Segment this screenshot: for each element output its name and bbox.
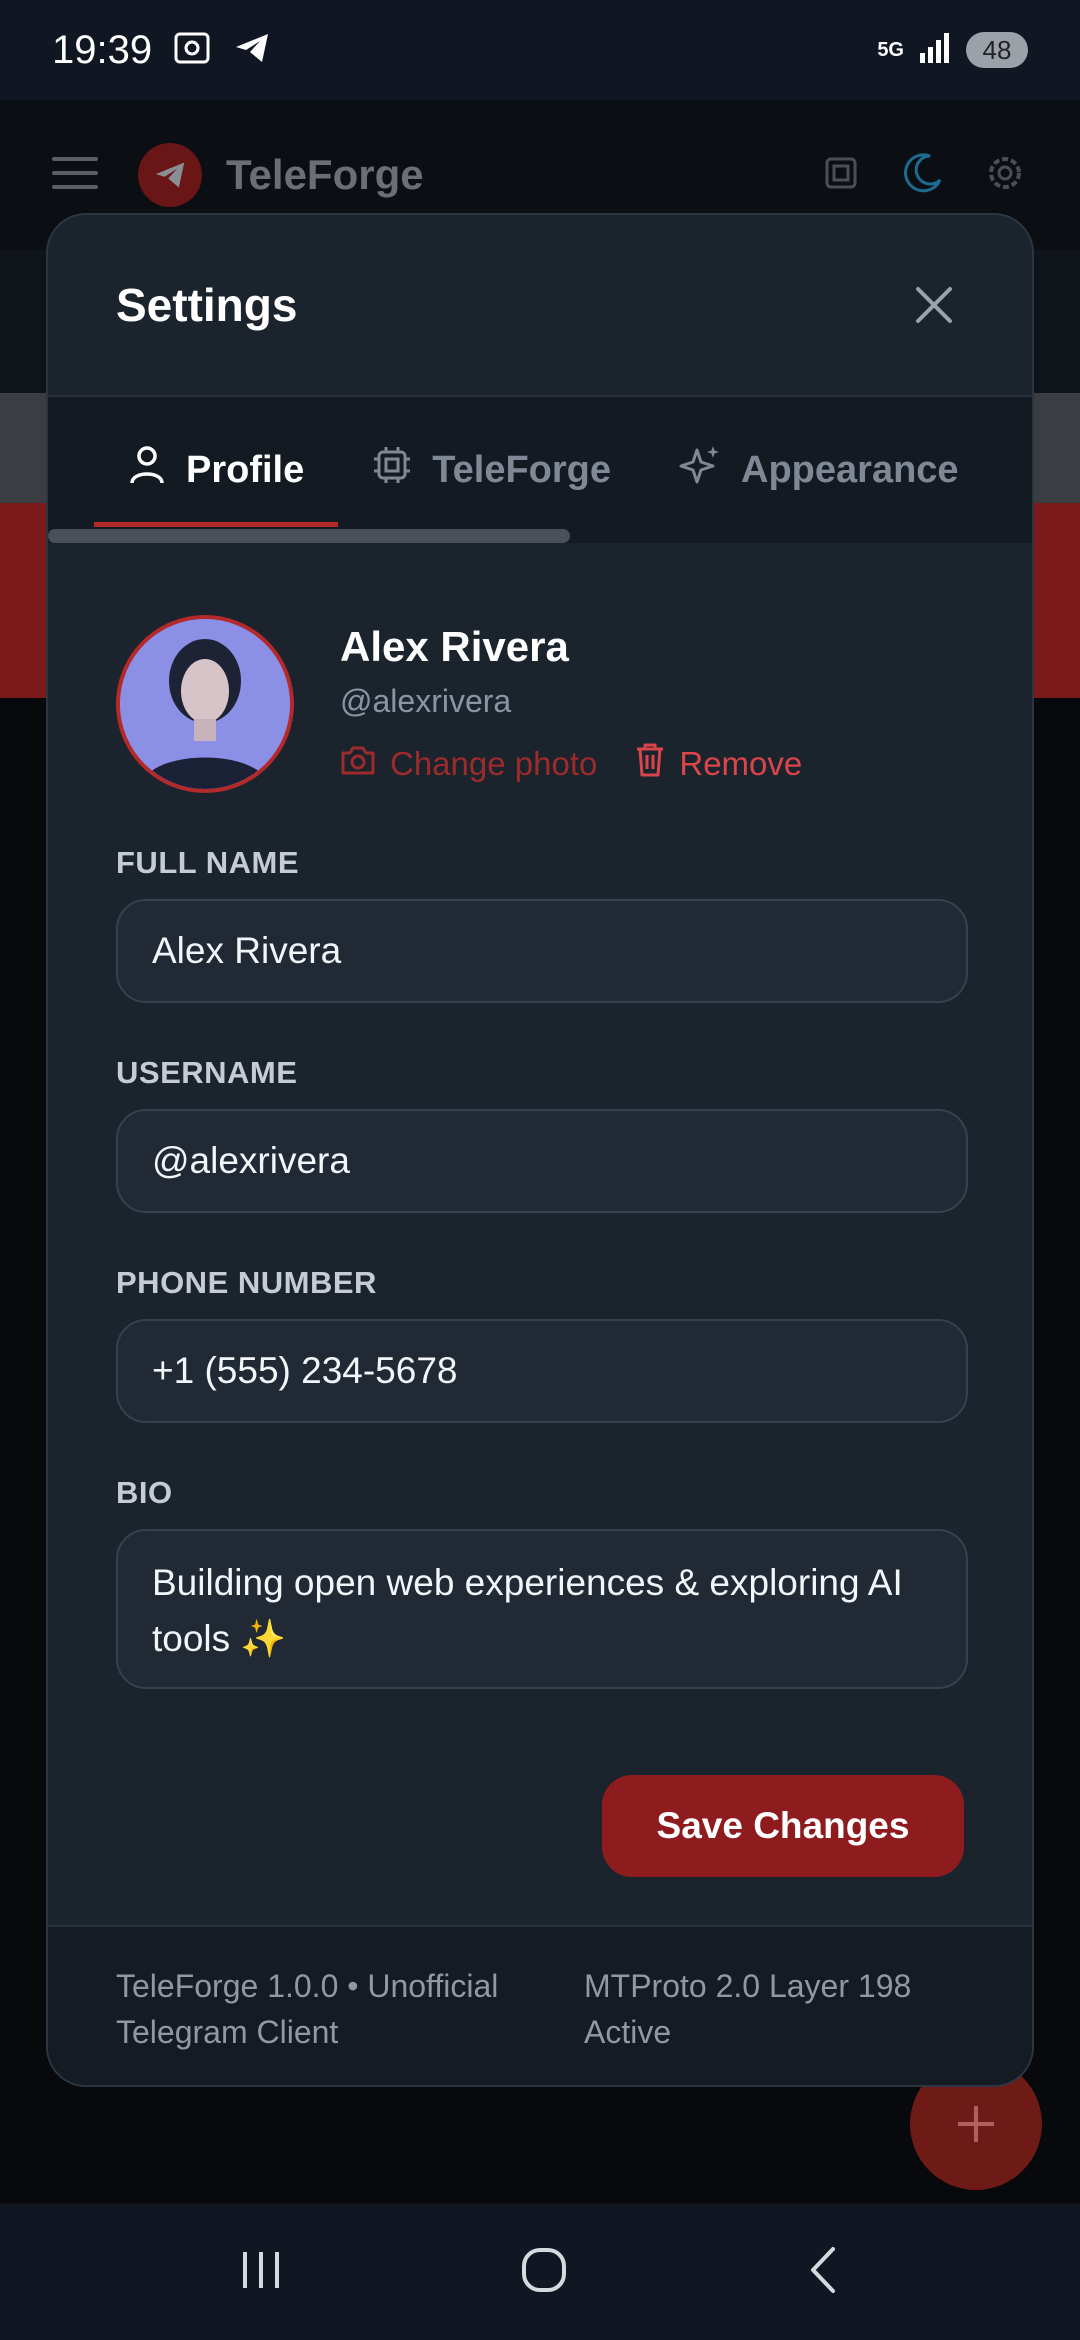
phone-field[interactable]: +1 (555) 234-5678 (116, 1319, 968, 1423)
save-changes-button[interactable]: Save Changes (602, 1775, 964, 1877)
back-button[interactable] (803, 2245, 843, 2300)
full-name-label: FULL NAME (116, 845, 300, 880)
user-icon (128, 445, 166, 495)
status-time: 19:39 (52, 27, 153, 72)
telegram-status-icon (232, 30, 272, 71)
version-info: TeleForge 1.0.0 • Unofficial Telegram Cl… (116, 1968, 499, 2050)
network-5g-icon: 5G (877, 38, 904, 61)
settings-modal: Settings Profile TeleForge Appearance Al… (46, 213, 1034, 2087)
username-label: USERNAME (116, 1055, 298, 1090)
tab-profile[interactable]: Profile (94, 397, 339, 543)
sparkles-icon (679, 444, 721, 496)
recent-apps-button[interactable] (237, 2248, 285, 2297)
tab-appearance[interactable]: Appearance (645, 397, 993, 543)
app-title: TeleForge (226, 151, 424, 198)
phone-label: PHONE NUMBER (116, 1265, 377, 1300)
profile-panel: Alex Rivera @alexrivera Change photo Rem… (48, 543, 1032, 1877)
close-button[interactable] (904, 275, 964, 335)
close-icon (916, 287, 952, 323)
plus-icon (958, 2106, 994, 2142)
profile-name: Alex Rivera (340, 623, 569, 670)
gear-icon[interactable] (982, 150, 1028, 201)
tab-teleforge[interactable]: TeleForge (338, 397, 645, 543)
profile-header: Alex Rivera @alexrivera Change photo Rem… (116, 615, 964, 793)
tab-label: Appearance (741, 448, 959, 491)
menu-icon[interactable] (52, 153, 98, 198)
moon-icon[interactable] (900, 150, 946, 201)
bio-label: BIO (116, 1475, 173, 1510)
home-button[interactable] (519, 2245, 569, 2300)
telegram-logo (138, 143, 202, 207)
remove-photo-button[interactable]: Remove (635, 742, 802, 786)
cpu-icon[interactable] (818, 150, 864, 201)
camera-icon (340, 744, 376, 784)
settings-tabs: Profile TeleForge Appearance (48, 397, 1032, 543)
username-field[interactable]: @alexrivera (116, 1109, 968, 1213)
bio-field[interactable]: Building open web experiences & explorin… (116, 1529, 968, 1689)
full-name-field[interactable]: Alex Rivera (116, 899, 968, 1003)
modal-footer: TeleForge 1.0.0 • Unofficial Telegram Cl… (48, 1925, 1032, 2085)
profile-handle: @alexrivera (340, 683, 512, 719)
change-photo-button[interactable]: Change photo (340, 742, 597, 786)
trash-icon (635, 742, 665, 786)
tabs-scrollbar[interactable] (48, 529, 570, 543)
protocol-info: MTProto 2.0 Layer 198 Active (584, 1968, 912, 2050)
modal-title: Settings (116, 279, 298, 331)
change-photo-label: Change photo (390, 745, 598, 782)
remove-label: Remove (679, 745, 803, 782)
avatar[interactable] (116, 615, 294, 793)
cpu-icon (372, 445, 412, 495)
signal-icon (918, 31, 952, 70)
modal-header: Settings (48, 215, 1032, 397)
battery-indicator: 48 (966, 32, 1028, 68)
tab-label: TeleForge (432, 448, 612, 491)
status-bar: 19:39 5G 48 (0, 0, 1080, 100)
screenshot-icon (172, 30, 212, 71)
tab-label: Profile (186, 448, 305, 491)
system-nav-bar (0, 2205, 1080, 2340)
